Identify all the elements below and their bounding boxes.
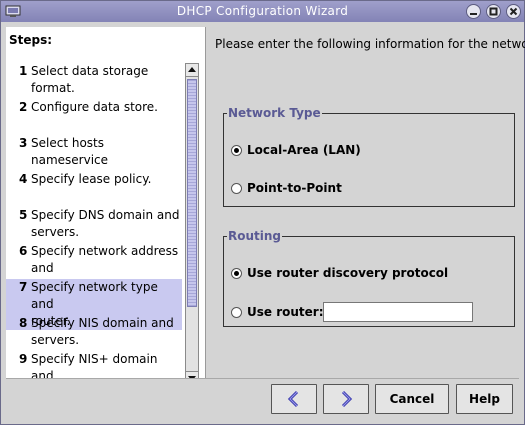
cancel-button[interactable]: Cancel	[375, 384, 449, 414]
radio-button-checked[interactable]	[231, 144, 242, 156]
chevron-left-icon	[287, 390, 299, 408]
step-item: 8 Specify NIS domain and servers.	[6, 315, 182, 349]
step-label: Specify lease policy.	[31, 172, 152, 186]
network-type-group: Network Type Local-Area (LAN) Point-to-P…	[223, 106, 515, 207]
step-number: 1	[19, 64, 28, 78]
radio-router-discovery-label: Use router discovery protocol	[247, 266, 449, 280]
step-number: 8	[19, 316, 28, 330]
step-number: 9	[19, 352, 28, 366]
steps-list: 1 Select data storage format. 2 Configur…	[6, 61, 182, 378]
step-number: 6	[19, 244, 28, 258]
step-number: 7	[19, 280, 28, 294]
close-icon	[509, 7, 518, 16]
routing-group: Routing Use router discovery protocol Us…	[223, 229, 515, 327]
step-number: 3	[19, 136, 28, 150]
step-number: 5	[19, 208, 28, 222]
radio-router-discovery[interactable]: Use router discovery protocol	[231, 265, 448, 281]
back-button[interactable]	[271, 384, 317, 414]
maximize-button[interactable]	[486, 4, 501, 19]
step-item: 3 Select hosts nameservice	[6, 135, 182, 169]
triangle-up-icon	[188, 67, 196, 72]
close-button[interactable]	[506, 4, 521, 19]
step-item: 5 Specify DNS domain and servers.	[6, 207, 182, 241]
steps-scrollbar[interactable]	[185, 63, 199, 378]
minimize-icon	[470, 13, 477, 15]
steps-panel: Steps: 1 Select data storage format. 2 C…	[6, 27, 206, 378]
radio-lan[interactable]: Local-Area (LAN)	[231, 142, 361, 158]
radio-use-router-label: Use router:	[247, 305, 324, 319]
step-label: Select hosts nameservice	[31, 136, 109, 167]
next-button[interactable]	[323, 384, 369, 414]
step-number: 4	[19, 172, 28, 186]
radio-point-to-point-label: Point-to-Point	[247, 181, 342, 195]
help-button[interactable]: Help	[456, 384, 513, 414]
minimize-button[interactable]	[466, 4, 481, 19]
scroll-thumb[interactable]	[187, 79, 197, 307]
step-item: 4 Specify lease policy.	[6, 171, 182, 188]
routing-legend: Routing	[228, 229, 282, 243]
step-item: 9 Specify NIS+ domain and	[6, 351, 182, 378]
step-label: Specify NIS+ domain and	[31, 352, 158, 378]
network-type-legend: Network Type	[228, 106, 321, 120]
footer-divider	[6, 378, 519, 379]
radio-lan-label: Local-Area (LAN)	[247, 143, 361, 157]
radio-point-to-point[interactable]: Point-to-Point	[231, 180, 342, 196]
router-address-input[interactable]	[323, 302, 473, 322]
step-item: 2 Configure data store.	[6, 99, 182, 116]
title-bar[interactable]: DHCP Configuration Wizard	[1, 1, 524, 22]
chevron-right-icon	[341, 390, 353, 408]
step-label: Specify NIS domain and servers.	[31, 316, 174, 347]
step-item: 1 Select data storage format.	[6, 63, 182, 97]
scroll-up-button[interactable]	[186, 64, 198, 77]
step-label: Specify DNS domain and servers.	[31, 208, 180, 239]
radio-button-checked[interactable]	[231, 267, 242, 279]
dialog-window: DHCP Configuration Wizard Steps: 1 Selec…	[0, 0, 525, 425]
steps-title: Steps:	[9, 33, 53, 47]
window-title: DHCP Configuration Wizard	[176, 4, 349, 18]
maximize-icon	[489, 7, 498, 16]
step-label: Select data storage format.	[31, 64, 149, 95]
step-number: 2	[19, 100, 28, 114]
radio-button[interactable]	[231, 306, 242, 318]
radio-use-router[interactable]: Use router:	[231, 304, 324, 320]
radio-button[interactable]	[231, 182, 242, 194]
instruction-text: Please enter the following information f…	[215, 37, 525, 51]
step-label: Configure data store.	[31, 100, 158, 114]
scroll-down-button[interactable]	[186, 371, 198, 378]
